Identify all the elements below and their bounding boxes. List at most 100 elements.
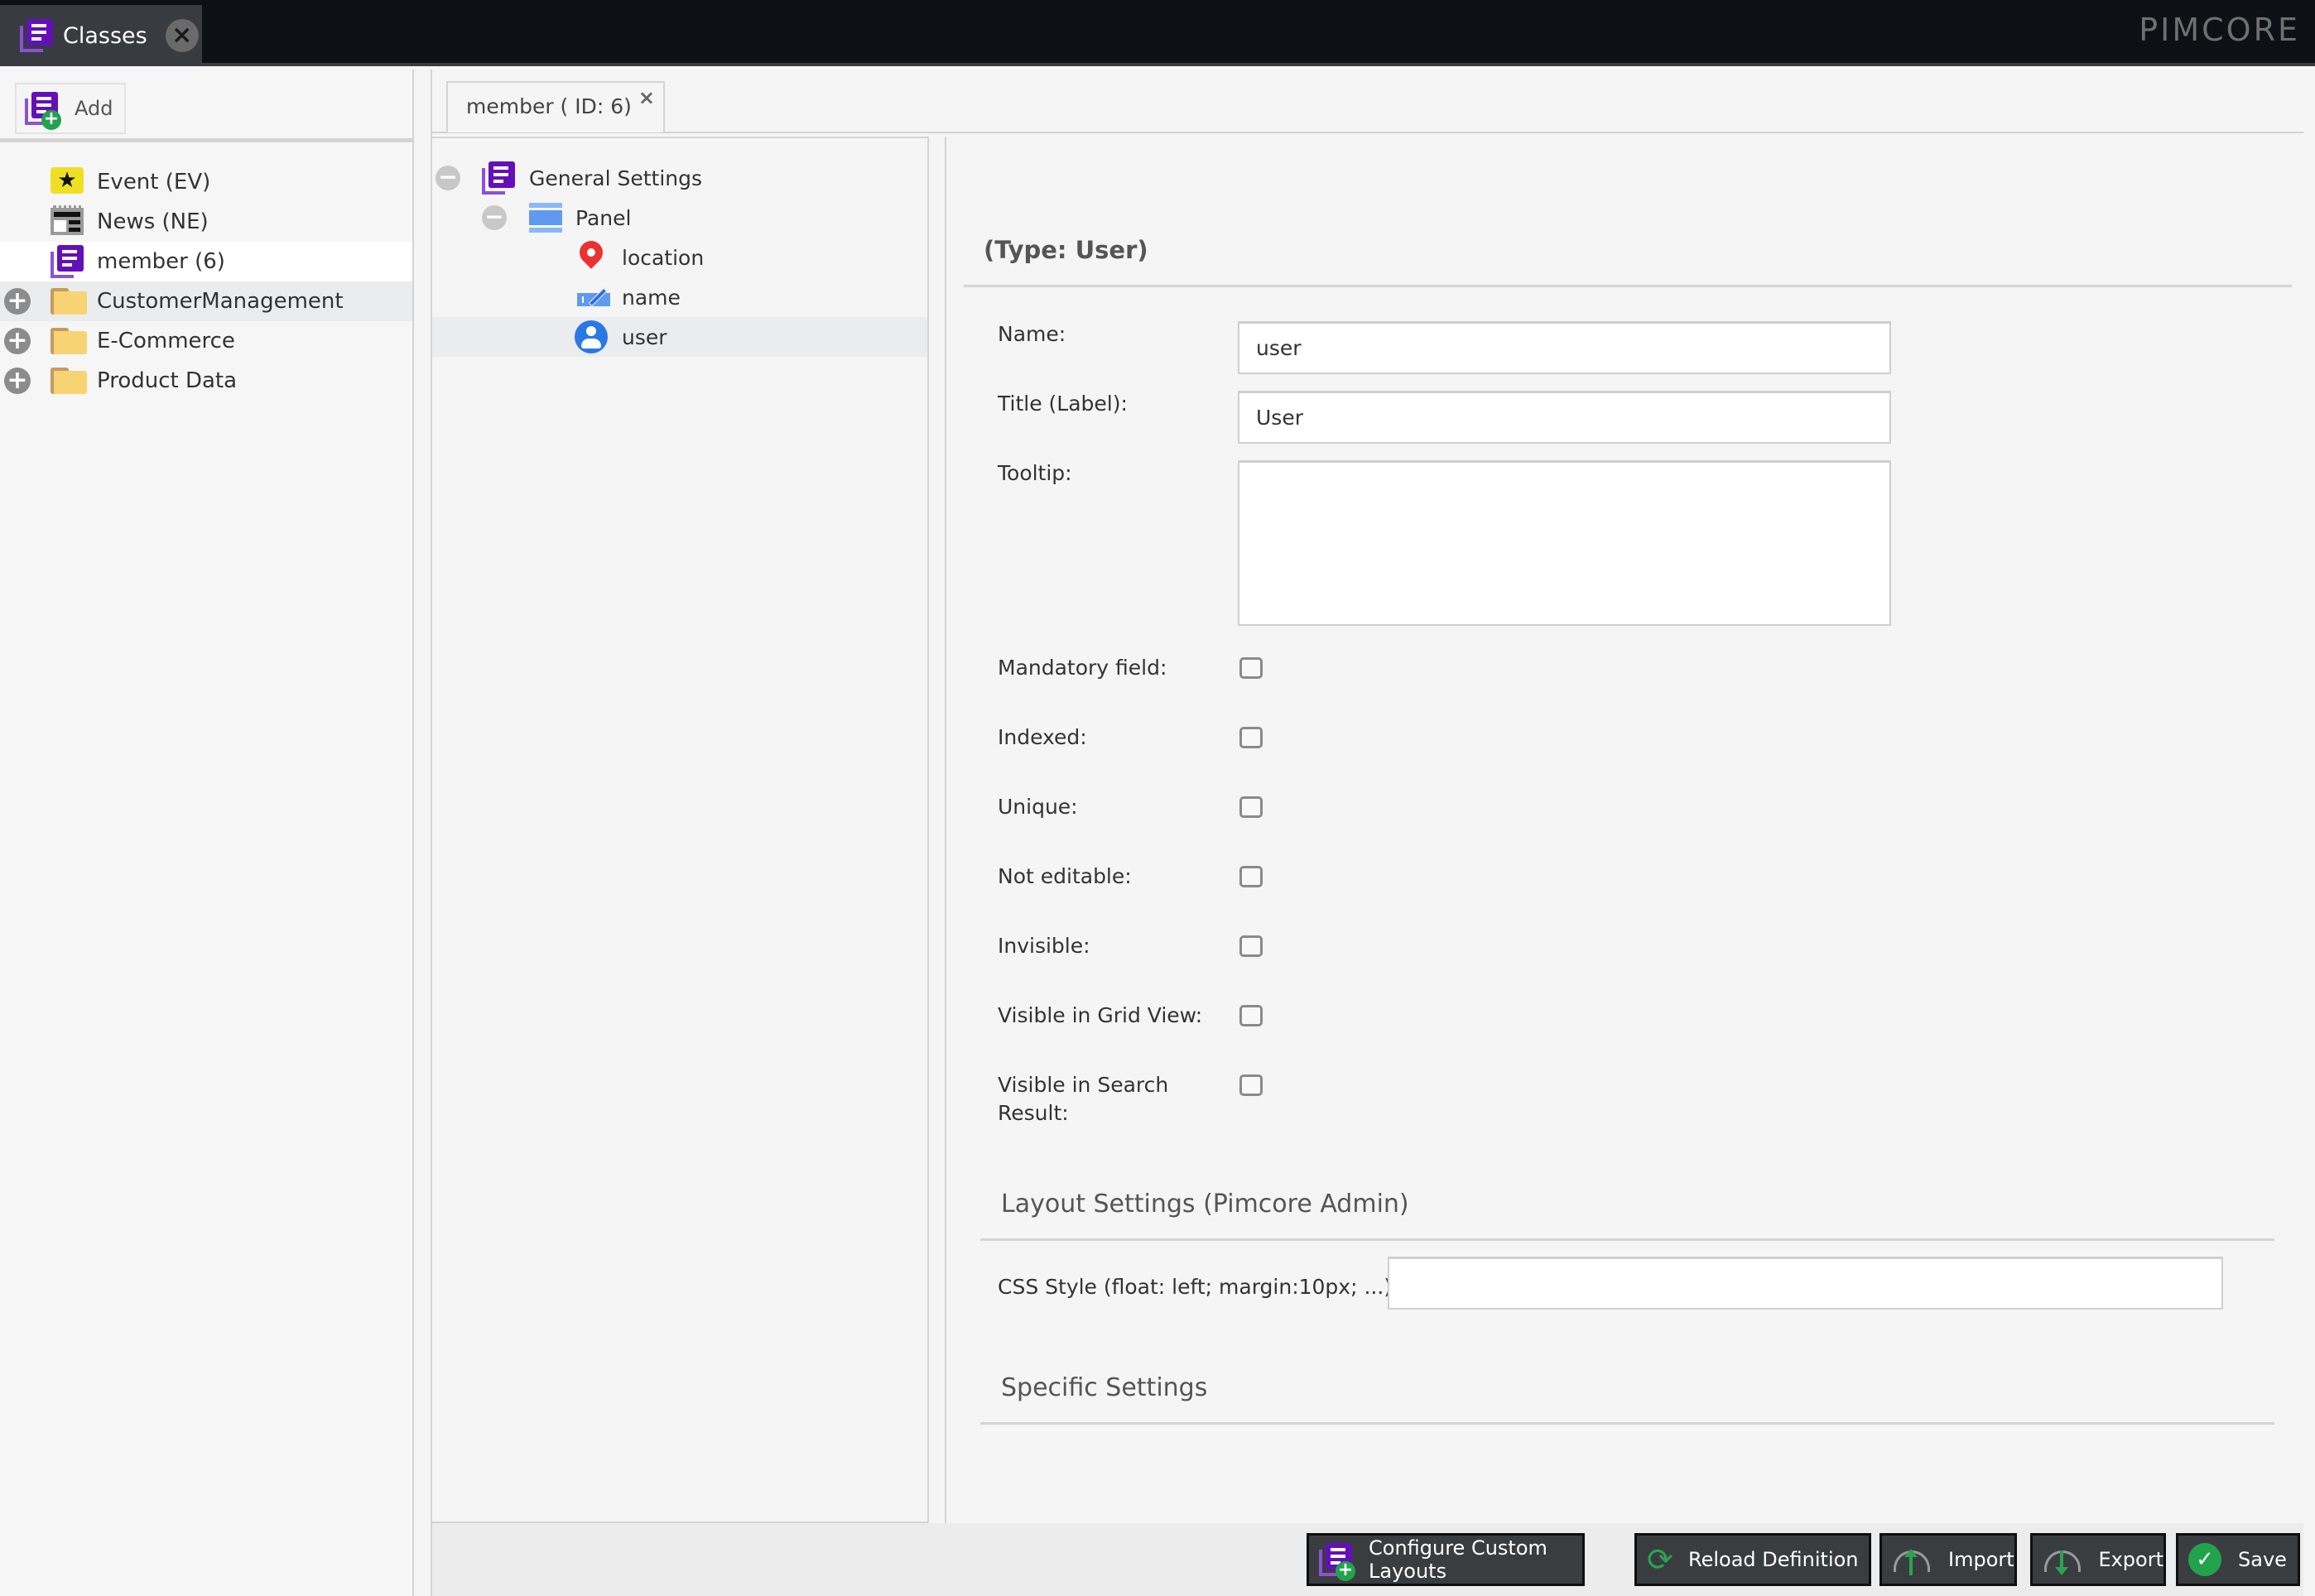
folder-icon xyxy=(51,368,87,394)
reload-icon: ⟳ xyxy=(1647,1541,1673,1578)
css-style-input[interactable] xyxy=(1388,1257,2223,1310)
tab-member[interactable]: member ( ID: 6) × xyxy=(446,81,665,132)
tree-node-label: user xyxy=(622,324,667,349)
sidebar-item-member[interactable]: member (6) xyxy=(0,242,412,281)
class-icon xyxy=(482,161,515,195)
folder-icon xyxy=(51,288,87,315)
reload-definition-button[interactable]: ⟳ Reload Definition xyxy=(1634,1533,1871,1586)
tab-classes[interactable]: Classes × xyxy=(0,5,202,66)
add-button-label: Add xyxy=(75,97,113,120)
visible-grid-label: Visible in Grid View: xyxy=(998,1003,1203,1027)
sidebar-item-customermanagement[interactable]: + CustomerManagement xyxy=(0,281,412,321)
button-label: Configure Custom Layouts xyxy=(1369,1536,1547,1583)
specific-divider xyxy=(980,1422,2274,1425)
tooltip-textarea[interactable] xyxy=(1238,460,1891,626)
not-editable-checkbox[interactable] xyxy=(1239,866,1263,887)
panel-icon xyxy=(529,203,562,233)
newspaper-icon xyxy=(51,205,84,235)
tree-node-general-settings[interactable]: − General Settings xyxy=(432,158,927,198)
add-class-button[interactable]: + Add xyxy=(15,83,126,134)
visible-search-checkbox[interactable] xyxy=(1239,1074,1263,1096)
button-label: Save xyxy=(2238,1548,2287,1571)
layout-divider xyxy=(980,1238,2274,1241)
sidebar-item-label: News (NE) xyxy=(97,209,209,234)
tree-node-label: location xyxy=(622,245,705,270)
field-settings-panel: (Type: User) Name: Title (Label): Toolti… xyxy=(945,137,2303,1523)
tab-classes-label: Classes xyxy=(63,22,147,49)
title-divider xyxy=(964,285,2292,287)
css-style-label: CSS Style (float: left; margin:10px; ...… xyxy=(998,1275,1399,1299)
button-label: Reload Definition xyxy=(1688,1548,1859,1571)
field-tree-panel: − General Settings − Panel location name… xyxy=(432,137,929,1523)
class-tree-sidebar: + Add ★ Event (EV) News (NE) member (6) … xyxy=(0,70,414,1596)
collapse-icon[interactable]: − xyxy=(436,166,460,190)
folder-icon xyxy=(51,328,87,354)
configure-layouts-icon: + xyxy=(1319,1543,1355,1581)
button-label: Import xyxy=(1948,1548,2014,1571)
unique-label: Unique: xyxy=(998,795,1078,819)
event-ticket-icon: ★ xyxy=(51,167,84,194)
tree-node-location[interactable]: location xyxy=(432,236,927,277)
close-icon[interactable]: × xyxy=(638,86,655,109)
expand-icon[interactable]: + xyxy=(4,328,31,354)
visible-search-label: Visible in Search Result: xyxy=(998,1073,1169,1125)
sidebar-item-event[interactable]: ★ Event (EV) xyxy=(0,162,412,202)
class-icon xyxy=(20,19,53,52)
sidebar-item-label: Product Data xyxy=(97,368,238,393)
indexed-checkbox[interactable] xyxy=(1239,727,1263,748)
sidebar-toolbar: + Add xyxy=(0,70,412,142)
tree-node-panel[interactable]: − Panel xyxy=(432,198,927,238)
visible-grid-checkbox[interactable] xyxy=(1239,1005,1263,1026)
title-label: Title (Label): xyxy=(998,392,1128,416)
tooltip-label: Tooltip: xyxy=(998,461,1072,485)
sidebar-item-news[interactable]: News (NE) xyxy=(0,202,412,242)
mandatory-checkbox[interactable] xyxy=(1239,657,1263,679)
indexed-label: Indexed: xyxy=(998,725,1087,749)
sidebar-item-label: CustomerManagement xyxy=(97,289,344,314)
top-bar: Classes × PIMCORE xyxy=(0,0,2315,66)
text-input-icon xyxy=(577,287,614,307)
name-label: Name: xyxy=(998,322,1066,346)
layout-settings-heading: Layout Settings (Pimcore Admin) xyxy=(1001,1190,1409,1219)
tab-member-label: member ( ID: 6) xyxy=(466,94,632,118)
bottom-toolbar: + Configure Custom Layouts ⟳ Reload Defi… xyxy=(432,1523,2303,1596)
invisible-label: Invisible: xyxy=(998,934,1090,958)
class-icon xyxy=(51,245,84,278)
invisible-checkbox[interactable] xyxy=(1239,935,1263,957)
tree-node-user[interactable]: user xyxy=(432,317,927,357)
close-tab-icon[interactable]: × xyxy=(165,19,199,52)
mandatory-label: Mandatory field: xyxy=(998,656,1167,680)
add-class-icon: + xyxy=(25,92,61,130)
checkmark-icon: ✓ xyxy=(2188,1543,2221,1576)
tree-node-name[interactable]: name xyxy=(432,277,927,317)
map-pin-icon xyxy=(575,236,608,274)
specific-settings-heading: Specific Settings xyxy=(1001,1373,1208,1402)
field-type-title: (Type: User) xyxy=(984,236,1148,264)
sidebar-item-label: member (6) xyxy=(97,249,225,274)
user-icon xyxy=(575,320,608,353)
tree-node-label: Panel xyxy=(575,205,632,230)
sidebar-item-label: E-Commerce xyxy=(97,329,235,353)
unique-checkbox[interactable] xyxy=(1239,796,1263,818)
tree-node-label: General Settings xyxy=(529,166,703,190)
import-button[interactable]: Import xyxy=(1879,1533,2017,1586)
title-input[interactable] xyxy=(1238,391,1891,444)
export-button[interactable]: Export xyxy=(2030,1533,2166,1586)
expand-icon[interactable]: + xyxy=(4,368,31,394)
pimcore-logo: PIMCORE xyxy=(2139,12,2300,48)
save-button[interactable]: ✓ Save xyxy=(2176,1533,2300,1586)
configure-custom-layouts-button[interactable]: + Configure Custom Layouts xyxy=(1307,1533,1585,1586)
sidebar-item-product-data[interactable]: + Product Data xyxy=(0,361,412,401)
cloud-upload-icon xyxy=(1892,1546,1932,1575)
class-editor: member ( ID: 6) × − General Settings − P… xyxy=(431,70,2303,1596)
tree-node-label: name xyxy=(622,285,681,310)
expand-icon[interactable]: + xyxy=(4,288,31,315)
sidebar-item-label: Event (EV) xyxy=(97,170,211,195)
tab-strip-divider xyxy=(432,132,2303,133)
not-editable-label: Not editable: xyxy=(998,864,1132,888)
button-label: Export xyxy=(2098,1548,2163,1571)
name-input[interactable] xyxy=(1238,321,1891,374)
collapse-icon[interactable]: − xyxy=(482,205,507,230)
cloud-download-icon xyxy=(2043,1546,2082,1575)
sidebar-item-ecommerce[interactable]: + E-Commerce xyxy=(0,321,412,361)
